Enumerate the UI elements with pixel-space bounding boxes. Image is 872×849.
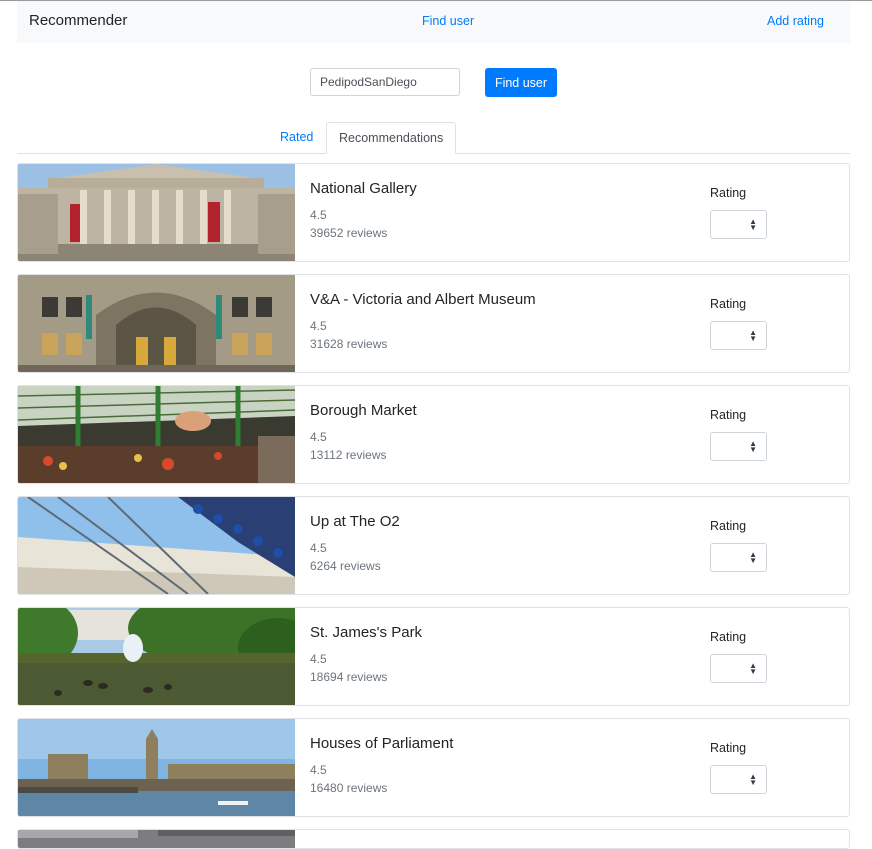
find-user-button[interactable]: Find user	[485, 68, 557, 97]
attraction-review-count: 18694 reviews	[310, 670, 388, 684]
rating-label: Rating	[710, 186, 747, 200]
list-item: Houses of Parliament 4.5 16480 reviews R…	[17, 718, 850, 817]
attraction-image	[18, 719, 295, 816]
select-arrows-icon: ▲ ▼	[749, 550, 757, 565]
list-item: St. James's Park 4.5 18694 reviews Ratin…	[17, 607, 850, 706]
attraction-title[interactable]: National Gallery	[310, 180, 417, 197]
attraction-image	[18, 830, 295, 848]
attraction-review-count: 31628 reviews	[310, 337, 388, 351]
username-input[interactable]	[310, 68, 460, 96]
attraction-review-count: 16480 reviews	[310, 781, 388, 795]
attraction-review-count: 39652 reviews	[310, 226, 388, 240]
rating-label: Rating	[710, 741, 747, 755]
list-item: Borough Market 4.5 13112 reviews Rating …	[17, 385, 850, 484]
attraction-title[interactable]: Borough Market	[310, 402, 417, 419]
select-arrows-icon: ▲ ▼	[749, 439, 757, 454]
nav-find-user-link[interactable]: Find user	[422, 14, 474, 28]
attraction-score: 4.5	[310, 430, 327, 444]
rating-label: Rating	[710, 519, 747, 533]
tab-rated[interactable]: Rated	[268, 122, 325, 154]
attraction-score: 4.5	[310, 541, 327, 555]
list-item: Up at The O2 4.5 6264 reviews Rating ▲ ▼	[17, 496, 850, 595]
attraction-review-count: 13112 reviews	[310, 448, 387, 462]
attraction-image	[18, 275, 295, 372]
list-item	[17, 829, 850, 849]
rating-select[interactable]: ▲ ▼	[710, 432, 767, 461]
attraction-title[interactable]: V&A - Victoria and Albert Museum	[310, 291, 536, 308]
select-arrows-icon: ▲ ▼	[749, 328, 757, 343]
attraction-image	[18, 386, 295, 483]
select-arrows-icon: ▲ ▼	[749, 661, 757, 676]
attraction-review-count: 6264 reviews	[310, 559, 381, 573]
rating-select[interactable]: ▲ ▼	[710, 210, 767, 239]
list-item: V&A - Victoria and Albert Museum 4.5 316…	[17, 274, 850, 373]
rating-select[interactable]: ▲ ▼	[710, 765, 767, 794]
attraction-image	[18, 608, 295, 705]
attraction-score: 4.5	[310, 319, 327, 333]
rating-label: Rating	[710, 408, 747, 422]
rating-label: Rating	[710, 297, 747, 311]
attraction-title[interactable]: Houses of Parliament	[310, 735, 453, 752]
rating-select[interactable]: ▲ ▼	[710, 654, 767, 683]
tab-recommendations[interactable]: Recommendations	[326, 122, 457, 154]
rating-label: Rating	[710, 630, 747, 644]
attraction-score: 4.5	[310, 763, 327, 777]
brand-title[interactable]: Recommender	[29, 12, 127, 29]
navbar: Recommender Find user Add rating	[17, 1, 850, 43]
select-arrows-icon: ▲ ▼	[749, 772, 757, 787]
attraction-score: 4.5	[310, 208, 327, 222]
attraction-image	[18, 497, 295, 594]
attraction-score: 4.5	[310, 652, 327, 666]
rating-select[interactable]: ▲ ▼	[710, 321, 767, 350]
nav-add-rating-link[interactable]: Add rating	[767, 14, 824, 28]
attraction-image	[18, 164, 295, 261]
select-arrows-icon: ▲ ▼	[749, 217, 757, 232]
rating-select[interactable]: ▲ ▼	[710, 543, 767, 572]
attraction-title[interactable]: Up at The O2	[310, 513, 400, 530]
list-item: National Gallery 4.5 39652 reviews Ratin…	[17, 163, 850, 262]
attraction-title[interactable]: St. James's Park	[310, 624, 422, 641]
